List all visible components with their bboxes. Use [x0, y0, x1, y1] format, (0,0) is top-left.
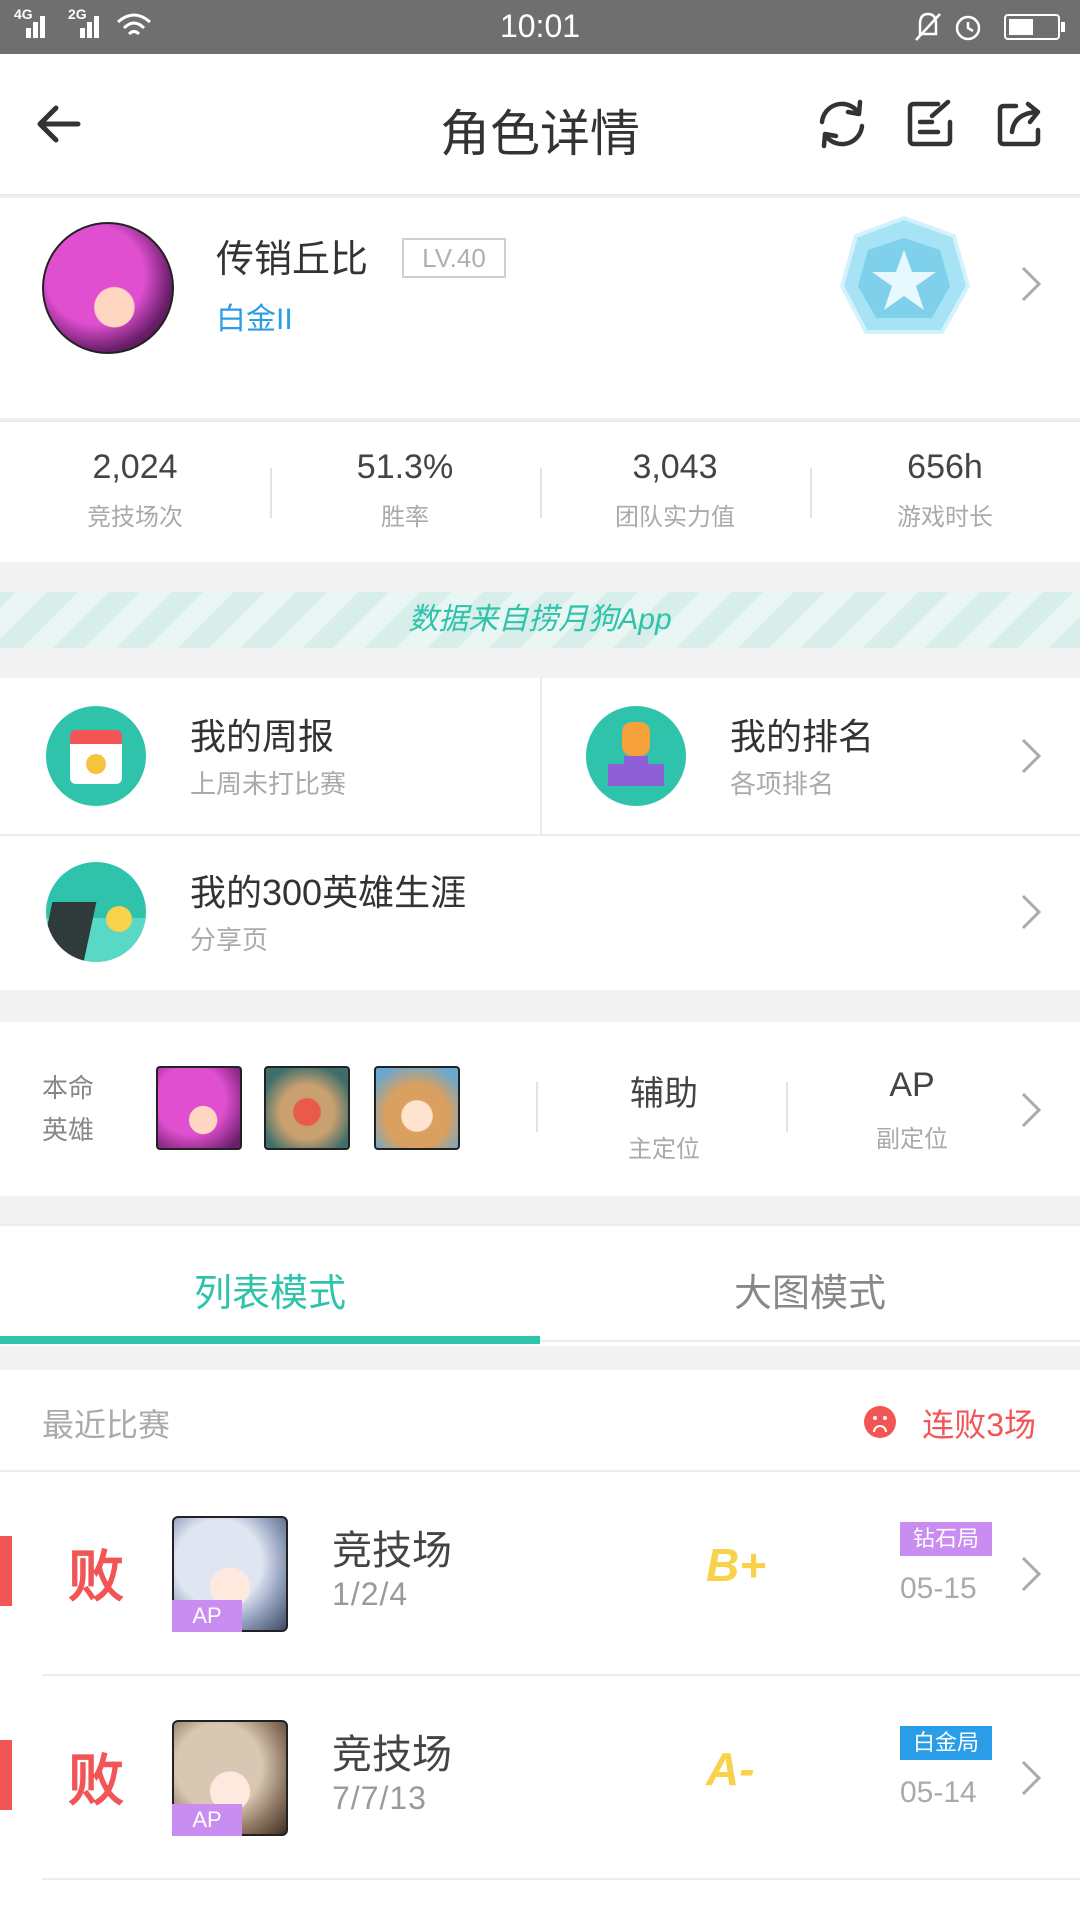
- match-tier-badge: 钻石局: [900, 1522, 992, 1556]
- chevron-right-icon[interactable]: [1018, 264, 1044, 304]
- data-source-banner: 数据来自捞月狗App: [0, 592, 1080, 648]
- chevron-right-icon[interactable]: [1018, 736, 1044, 776]
- battery-icon: [1004, 14, 1065, 40]
- match-result: 败: [68, 1545, 124, 1608]
- stat-playtime: 656h 游戏时长: [810, 448, 1080, 532]
- stat-label: 胜率: [381, 504, 429, 531]
- stat-value: 3,043: [632, 448, 718, 486]
- career-sub: 分享页: [190, 925, 269, 955]
- edit-note-icon[interactable]: [902, 96, 958, 152]
- match-date: 05-15: [900, 1572, 977, 1605]
- primary-role: 辅助 主定位: [564, 1066, 764, 1164]
- divider: [42, 1878, 1080, 1880]
- sad-face-icon: [864, 1406, 896, 1438]
- chevron-right-icon[interactable]: [1018, 1090, 1044, 1130]
- match-kda: 1/2/4: [332, 1576, 409, 1612]
- hero-thumbnail[interactable]: [374, 1066, 460, 1150]
- active-tab-indicator: [0, 1336, 540, 1344]
- heroes-label-line1: 本命: [42, 1073, 95, 1103]
- alarm-icon: [955, 15, 981, 41]
- banner-text: 数据来自捞月狗App: [408, 603, 672, 636]
- match-row[interactable]: 败 AP 竞技场 7/7/13 A- 白金局 05-14: [0, 1676, 1080, 1880]
- player-name: 传销丘比: [216, 239, 369, 281]
- secondary-role-value: AP: [889, 1066, 935, 1104]
- weekly-report-title: 我的周报: [190, 716, 335, 757]
- match-grade: B+: [706, 1539, 767, 1591]
- match-date: 05-14: [900, 1776, 977, 1809]
- match-grade: A-: [706, 1743, 755, 1795]
- match-mode: 竞技场: [332, 1529, 452, 1573]
- share-icon[interactable]: [992, 96, 1048, 152]
- stat-label: 团队实力值: [615, 504, 735, 531]
- refresh-icon[interactable]: [814, 96, 870, 152]
- ranking-title: 我的排名: [730, 716, 875, 757]
- ranking-sub: 各项排名: [730, 769, 835, 799]
- stats-row: 2,024 竞技场次 51.3% 胜率 3,043 团队实力值 656h 游戏时…: [0, 420, 1080, 562]
- mute-bell-icon: [915, 12, 941, 41]
- chevron-right-icon[interactable]: [1018, 892, 1044, 932]
- career-card[interactable]: 我的300英雄生涯 分享页: [0, 836, 1080, 990]
- recent-matches: 最近比赛 连败3场 败 AP 竞技场 1/2/4 B+ 钻石局 05-15 败: [0, 1370, 1080, 1920]
- level-badge: LV.40: [402, 238, 506, 278]
- favorite-heroes-row[interactable]: 本命 英雄 辅助 主定位 AP 副定位: [0, 1022, 1080, 1196]
- podium-icon: [586, 706, 686, 806]
- stat-matches: 2,024 竞技场次: [0, 448, 270, 532]
- chevron-right-icon[interactable]: [1018, 1554, 1044, 1594]
- stat-label: 游戏时长: [897, 504, 993, 531]
- status-bar: 4G 2G 10:01: [0, 0, 1080, 54]
- match-row[interactable]: 败 AP 竞技场 1/2/4 B+ 钻石局 05-15: [0, 1472, 1080, 1676]
- platinum-medal-icon: [839, 215, 971, 334]
- divider: [786, 1082, 788, 1132]
- secondary-role: AP 副定位: [812, 1066, 1012, 1154]
- stat-team-power: 3,043 团队实力值: [540, 448, 810, 532]
- match-tier-badge: 白金局: [900, 1726, 992, 1760]
- loss-indicator: [0, 1536, 12, 1606]
- weekly-report-card[interactable]: 我的周报 上周未打比赛: [0, 678, 540, 834]
- primary-role-label: 主定位: [628, 1136, 700, 1163]
- divider: [540, 1340, 1080, 1342]
- hero-thumbnail[interactable]: [264, 1066, 350, 1150]
- match-kda: 7/7/13: [332, 1780, 427, 1816]
- role-tag: AP: [172, 1804, 242, 1836]
- menu-cards: 我的周报 上周未打比赛 我的排名 各项排名 我的300英雄生涯 分享页: [0, 678, 1080, 990]
- weekly-report-sub: 上周未打比赛: [190, 769, 347, 799]
- avatar: [42, 222, 174, 354]
- secondary-role-label: 副定位: [876, 1126, 948, 1153]
- stat-value: 2,024: [92, 448, 178, 486]
- hero-thumbnail[interactable]: [156, 1066, 242, 1150]
- view-mode-tabs: 列表模式 大图模式: [0, 1224, 1080, 1346]
- match-mode: 竞技场: [332, 1733, 452, 1777]
- match-result: 败: [68, 1749, 124, 1812]
- profile-card[interactable]: 传销丘比 LV.40 白金II: [0, 198, 1080, 418]
- loss-indicator: [0, 1740, 12, 1810]
- career-title: 我的300英雄生涯: [190, 872, 467, 913]
- rank-label: 白金II: [216, 303, 293, 336]
- role-tag: AP: [172, 1600, 242, 1632]
- stat-value: 51.3%: [356, 448, 454, 486]
- recent-heading: 最近比赛: [42, 1407, 171, 1443]
- ranking-card[interactable]: 我的排名 各项排名: [542, 678, 1080, 834]
- chevron-right-icon[interactable]: [1018, 1758, 1044, 1798]
- stat-winrate: 51.3% 胜率: [270, 448, 540, 532]
- losing-streak: 连败3场: [922, 1407, 1036, 1443]
- divider: [536, 1082, 538, 1132]
- sunset-cliff-icon: [46, 862, 146, 962]
- tab-list-mode[interactable]: 列表模式: [0, 1262, 540, 1317]
- primary-role-value: 辅助: [630, 1075, 698, 1113]
- stat-value: 656h: [907, 448, 983, 486]
- tab-big-image-mode[interactable]: 大图模式: [540, 1262, 1080, 1317]
- app-header: 角色详情: [0, 54, 1080, 196]
- heroes-label-line2: 英雄: [42, 1115, 95, 1145]
- calendar-icon: [46, 706, 146, 806]
- stat-label: 竞技场次: [87, 504, 183, 531]
